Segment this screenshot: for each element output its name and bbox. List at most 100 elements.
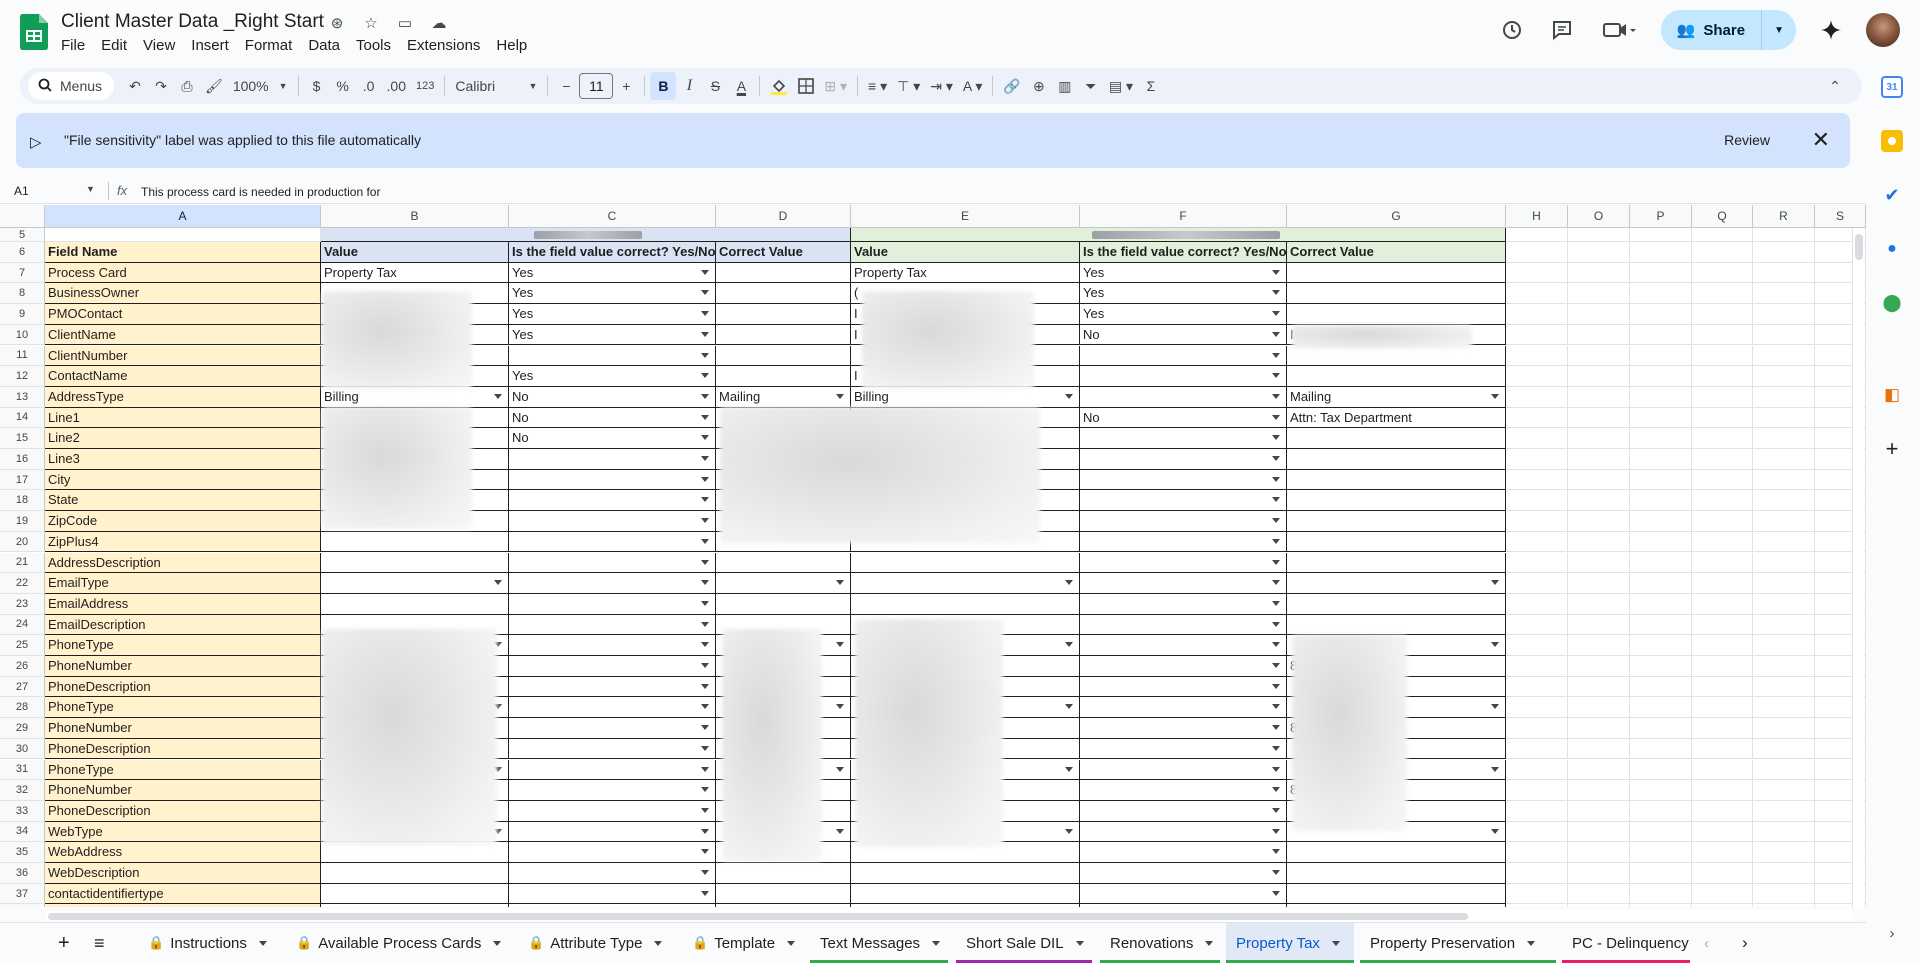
all-sheets-icon[interactable]: ≡	[84, 923, 115, 963]
dropdown-chevron-icon[interactable]	[1272, 745, 1280, 751]
horizontal-align-icon[interactable]: ≡ ▾	[863, 72, 892, 100]
tab-menu-chevron-icon[interactable]	[1205, 940, 1214, 946]
empty-cell[interactable]	[1630, 324, 1692, 346]
dropdown-chevron-icon[interactable]	[1272, 435, 1280, 441]
cell-e37[interactable]	[851, 883, 1080, 905]
increase-font-size-icon[interactable]: +	[613, 72, 639, 100]
name-box[interactable]: A1	[14, 184, 94, 198]
cell-e36[interactable]	[851, 863, 1080, 884]
empty-cell[interactable]	[1692, 490, 1753, 512]
dropdown-chevron-icon[interactable]	[1272, 497, 1280, 503]
empty-cell[interactable]	[1568, 863, 1630, 884]
cell-g8[interactable]	[1287, 283, 1506, 305]
cell-d12[interactable]	[716, 366, 851, 387]
undo-icon[interactable]: ↶	[122, 72, 148, 100]
cell-row-38[interactable]	[716, 904, 851, 907]
empty-cell[interactable]	[1753, 718, 1815, 739]
dropdown-chevron-icon[interactable]	[1491, 393, 1499, 399]
empty-cell[interactable]	[1692, 345, 1753, 367]
menu-insert[interactable]: Insert	[191, 37, 236, 54]
cell-c36[interactable]	[509, 863, 716, 884]
dropdown-chevron-icon[interactable]	[701, 456, 709, 461]
cell-f8[interactable]: Yes	[1080, 283, 1287, 305]
cell-f35[interactable]	[1080, 842, 1287, 863]
empty-cell[interactable]	[1753, 366, 1815, 387]
empty-cell[interactable]	[1506, 863, 1568, 884]
row-header-37[interactable]: 37	[0, 883, 45, 905]
dropdown-chevron-icon[interactable]	[701, 849, 709, 855]
filter-views-icon[interactable]: ▤ ▾	[1104, 72, 1138, 100]
dropdown-chevron-icon[interactable]	[1272, 849, 1280, 855]
empty-cell[interactable]	[1568, 883, 1630, 905]
dropdown-chevron-icon[interactable]	[1272, 538, 1280, 544]
column-header-q[interactable]: Q	[1692, 205, 1753, 228]
cell-e23[interactable]	[851, 593, 1080, 615]
empty-cell[interactable]	[1630, 697, 1692, 719]
empty-cell[interactable]	[1692, 386, 1753, 408]
star-icon[interactable]: ☆	[360, 12, 382, 34]
empty-cell[interactable]	[1568, 800, 1630, 822]
sheets-logo-icon[interactable]	[20, 14, 48, 50]
cell-g22[interactable]	[1287, 573, 1506, 594]
horizontal-scroll-thumb[interactable]	[48, 913, 1468, 920]
sheet-tab-pc-delinquency[interactable]: PC - Delinquency	[1562, 923, 1690, 963]
empty-cell[interactable]	[1568, 552, 1630, 574]
empty-cell[interactable]	[1506, 449, 1568, 470]
cell-f21[interactable]	[1080, 552, 1287, 574]
keep-icon[interactable]	[1881, 130, 1903, 152]
vertical-scrollbar[interactable]	[1852, 228, 1864, 908]
empty-cell[interactable]	[1692, 904, 1753, 907]
dropdown-chevron-icon[interactable]	[494, 580, 502, 586]
cell-f26[interactable]	[1080, 656, 1287, 677]
empty-cell[interactable]	[1753, 407, 1815, 429]
cell-f34[interactable]	[1080, 821, 1287, 843]
empty-cell[interactable]	[1692, 676, 1753, 698]
empty-cell[interactable]	[1630, 573, 1692, 594]
empty-cell[interactable]	[1692, 863, 1753, 884]
cell-c12[interactable]: Yes	[509, 366, 716, 387]
empty-cell[interactable]	[1568, 262, 1630, 284]
sheet-tab-template[interactable]: 🔒 Template	[682, 923, 800, 963]
empty-cell[interactable]	[1506, 593, 1568, 615]
empty-cell[interactable]	[1506, 490, 1568, 512]
row-header-16[interactable]: 16	[0, 449, 45, 470]
insert-comment-icon[interactable]: ⊕	[1026, 72, 1052, 100]
menu-extensions[interactable]: Extensions	[407, 37, 487, 54]
cell-b13[interactable]: Billing	[321, 386, 509, 408]
empty-cell[interactable]	[1506, 469, 1568, 491]
empty-cell[interactable]	[1630, 759, 1692, 781]
dropdown-chevron-icon[interactable]	[701, 414, 709, 420]
tab-menu-chevron-icon[interactable]	[932, 940, 941, 946]
empty-cell[interactable]	[1506, 656, 1568, 677]
empty-cell[interactable]	[1568, 738, 1630, 760]
empty-cell[interactable]	[1753, 821, 1815, 843]
empty-cell[interactable]	[1506, 821, 1568, 843]
empty-cell[interactable]	[1753, 242, 1815, 263]
cell-c22[interactable]	[509, 573, 716, 594]
functions-button[interactable]: Σ	[1138, 72, 1164, 100]
column-header-b[interactable]: B	[321, 205, 509, 228]
cell-g16[interactable]	[1287, 449, 1506, 470]
empty-cell[interactable]	[1506, 635, 1568, 656]
cell-f25[interactable]	[1080, 635, 1287, 656]
column-header-g[interactable]: G	[1287, 205, 1506, 228]
cell-g23[interactable]	[1287, 593, 1506, 615]
empty-cell[interactable]	[1753, 656, 1815, 677]
dropdown-chevron-icon[interactable]	[701, 476, 709, 482]
empty-cell[interactable]	[1753, 324, 1815, 346]
dropdown-chevron-icon[interactable]	[836, 642, 844, 648]
dropdown-chevron-icon[interactable]	[701, 621, 709, 627]
empty-cell[interactable]	[1630, 304, 1692, 325]
menu-edit[interactable]: Edit	[101, 37, 134, 54]
empty-cell[interactable]	[1692, 262, 1753, 284]
empty-cell[interactable]	[1630, 904, 1692, 907]
cell-c33[interactable]	[509, 800, 716, 822]
cell-row-38[interactable]	[321, 904, 509, 907]
name-box-dropdown-icon[interactable]: ▼	[86, 184, 95, 194]
cell-f33[interactable]	[1080, 800, 1287, 822]
paint-format-icon[interactable]: 🖌	[200, 72, 228, 100]
dropdown-chevron-icon[interactable]	[1272, 621, 1280, 627]
row-header-36[interactable]: 36	[0, 863, 45, 884]
menu-tools[interactable]: Tools	[356, 37, 398, 54]
cell-row-38[interactable]	[509, 904, 716, 907]
